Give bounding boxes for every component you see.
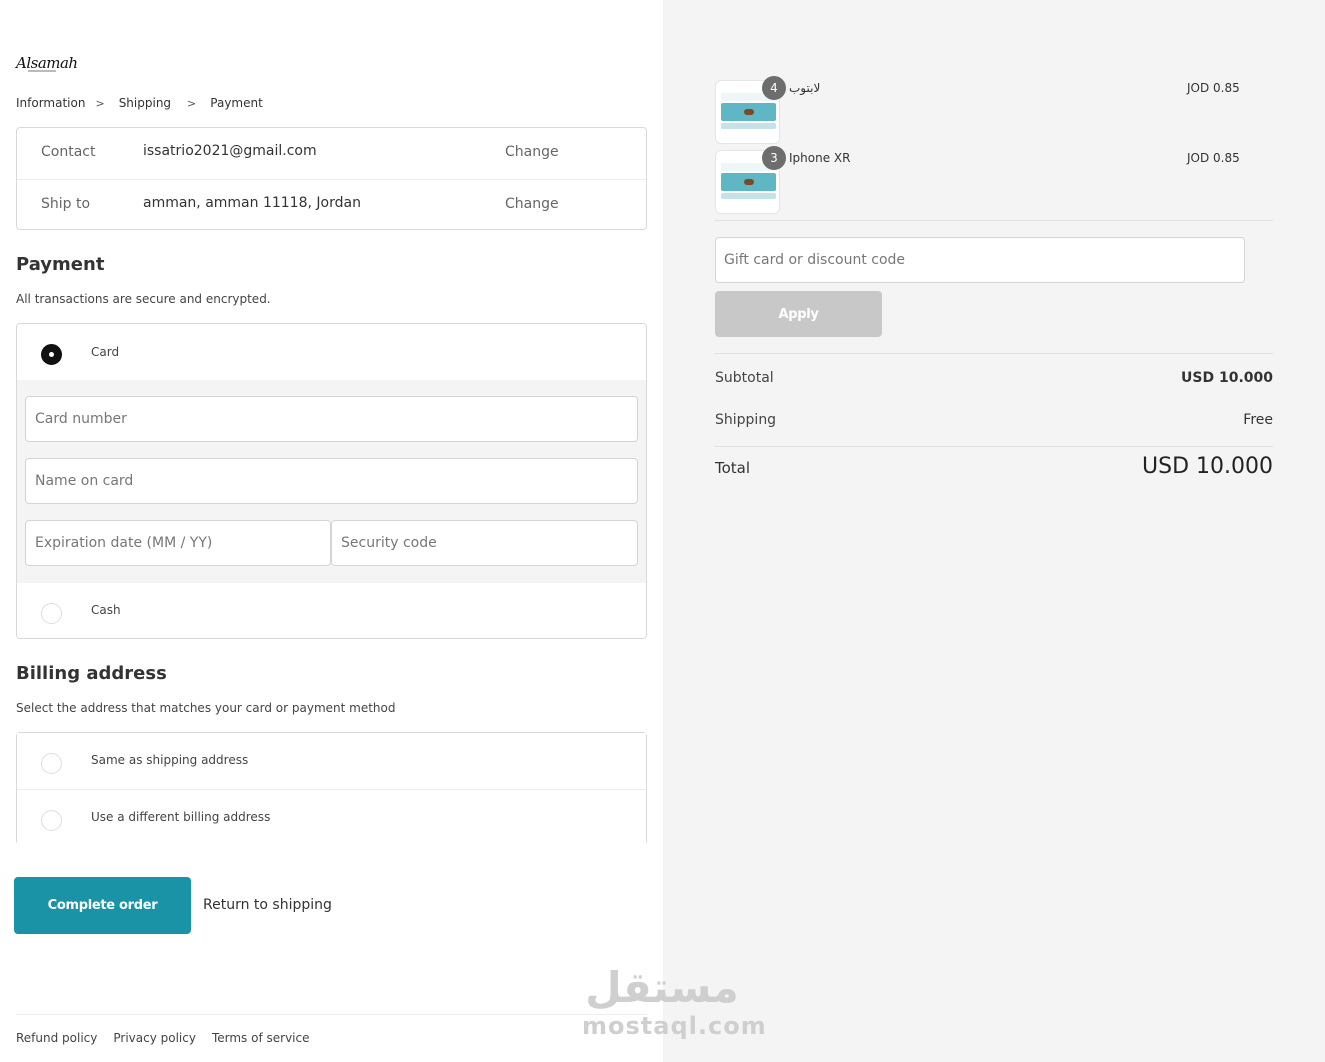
subtotal-label: Subtotal [715, 370, 774, 386]
card-fields-panel [17, 380, 646, 583]
apply-discount-button[interactable]: Apply [715, 291, 882, 337]
billing-subtitle: Select the address that matches your car… [16, 701, 396, 715]
quantity-badge: 3 [762, 146, 786, 170]
payment-subtitle: All transactions are secure and encrypte… [16, 292, 271, 306]
subtotal-value: USD 10.000 [1181, 370, 1273, 386]
breadcrumb-payment: Payment [210, 96, 263, 110]
product-name: Iphone XR [789, 151, 851, 165]
privacy-policy-link[interactable]: Privacy policy [113, 1031, 196, 1045]
payment-methods: Card Cash [16, 323, 647, 639]
cash-radio[interactable] [41, 603, 62, 624]
footer-links: Refund policy Privacy policy Terms of se… [16, 1031, 326, 1045]
quantity-badge: 4 [762, 76, 786, 100]
total-label: Total [715, 459, 751, 477]
card-radio[interactable] [41, 344, 62, 365]
watermark: مستقل mostaql.com [582, 963, 767, 1040]
product-price: JOD 0.85 [1187, 151, 1240, 165]
different-address-label: Use a different billing address [91, 810, 271, 824]
total-value: USD 10.000 [1142, 454, 1273, 479]
ship-to-label: Ship to [41, 196, 91, 212]
security-code-input[interactable] [331, 520, 638, 566]
cash-label: Cash [91, 603, 121, 617]
card-number-input[interactable] [25, 396, 638, 442]
same-address-radio[interactable] [41, 753, 62, 774]
cart-line-item: 3 Iphone XR JOD 0.85 [715, 146, 1275, 216]
payment-title: Payment [16, 254, 105, 275]
contact-row: Contact issatrio2021@gmail.com Change [17, 128, 646, 179]
shipping-value: Free [1243, 412, 1273, 428]
breadcrumb-shipping[interactable]: Shipping [119, 96, 171, 110]
change-address-link[interactable]: Change [505, 196, 559, 212]
watermark-arabic: مستقل [585, 963, 739, 1012]
summary-divider [715, 446, 1273, 447]
payment-option-card[interactable]: Card [17, 324, 646, 380]
terms-of-service-link[interactable]: Terms of service [212, 1031, 310, 1045]
billing-option-different[interactable]: Use a different billing address [17, 789, 646, 845]
complete-order-button[interactable]: Complete order [14, 877, 191, 934]
ship-to-row: Ship to amman, amman 11118, Jordan Chang… [17, 179, 646, 230]
product-name: لابتوب [789, 81, 821, 95]
cart-line-item: 4 لابتوب JOD 0.85 [715, 76, 1275, 146]
change-contact-link[interactable]: Change [505, 144, 559, 160]
billing-option-same[interactable]: Same as shipping address [17, 733, 646, 789]
billing-options: Same as shipping address Use a different… [16, 732, 647, 845]
breadcrumb: Information > Shipping > Payment [16, 96, 273, 110]
discount-code-input[interactable] [715, 237, 1245, 283]
name-on-card-input[interactable] [25, 458, 638, 504]
contact-label: Contact [41, 144, 96, 160]
breadcrumb-information[interactable]: Information [16, 96, 85, 110]
summary-divider [715, 220, 1273, 221]
ship-to-value: amman, amman 11118, Jordan [143, 195, 361, 211]
different-address-radio[interactable] [41, 810, 62, 831]
review-block: Contact issatrio2021@gmail.com Change Sh… [16, 127, 647, 230]
summary-divider [715, 353, 1273, 354]
same-address-label: Same as shipping address [91, 753, 249, 767]
footer-divider [16, 1014, 647, 1015]
billing-title: Billing address [16, 663, 167, 684]
refund-policy-link[interactable]: Refund policy [16, 1031, 97, 1045]
expiration-date-input[interactable] [25, 520, 331, 566]
card-label: Card [91, 345, 120, 359]
breadcrumb-chevron-icon: > [187, 96, 197, 110]
shipping-label: Shipping [715, 412, 777, 428]
product-price: JOD 0.85 [1187, 81, 1240, 95]
breadcrumb-chevron-icon: > [95, 96, 105, 110]
return-to-shipping-link[interactable]: Return to shipping [203, 897, 332, 913]
payment-option-cash[interactable]: Cash [17, 583, 646, 638]
watermark-latin: mostaql.com [582, 1012, 767, 1040]
contact-value: issatrio2021@gmail.com [143, 143, 317, 159]
logo-tagline-mark [28, 70, 56, 72]
checkout-main-panel: Alsamah Information > Shipping > Payment… [0, 0, 663, 1062]
